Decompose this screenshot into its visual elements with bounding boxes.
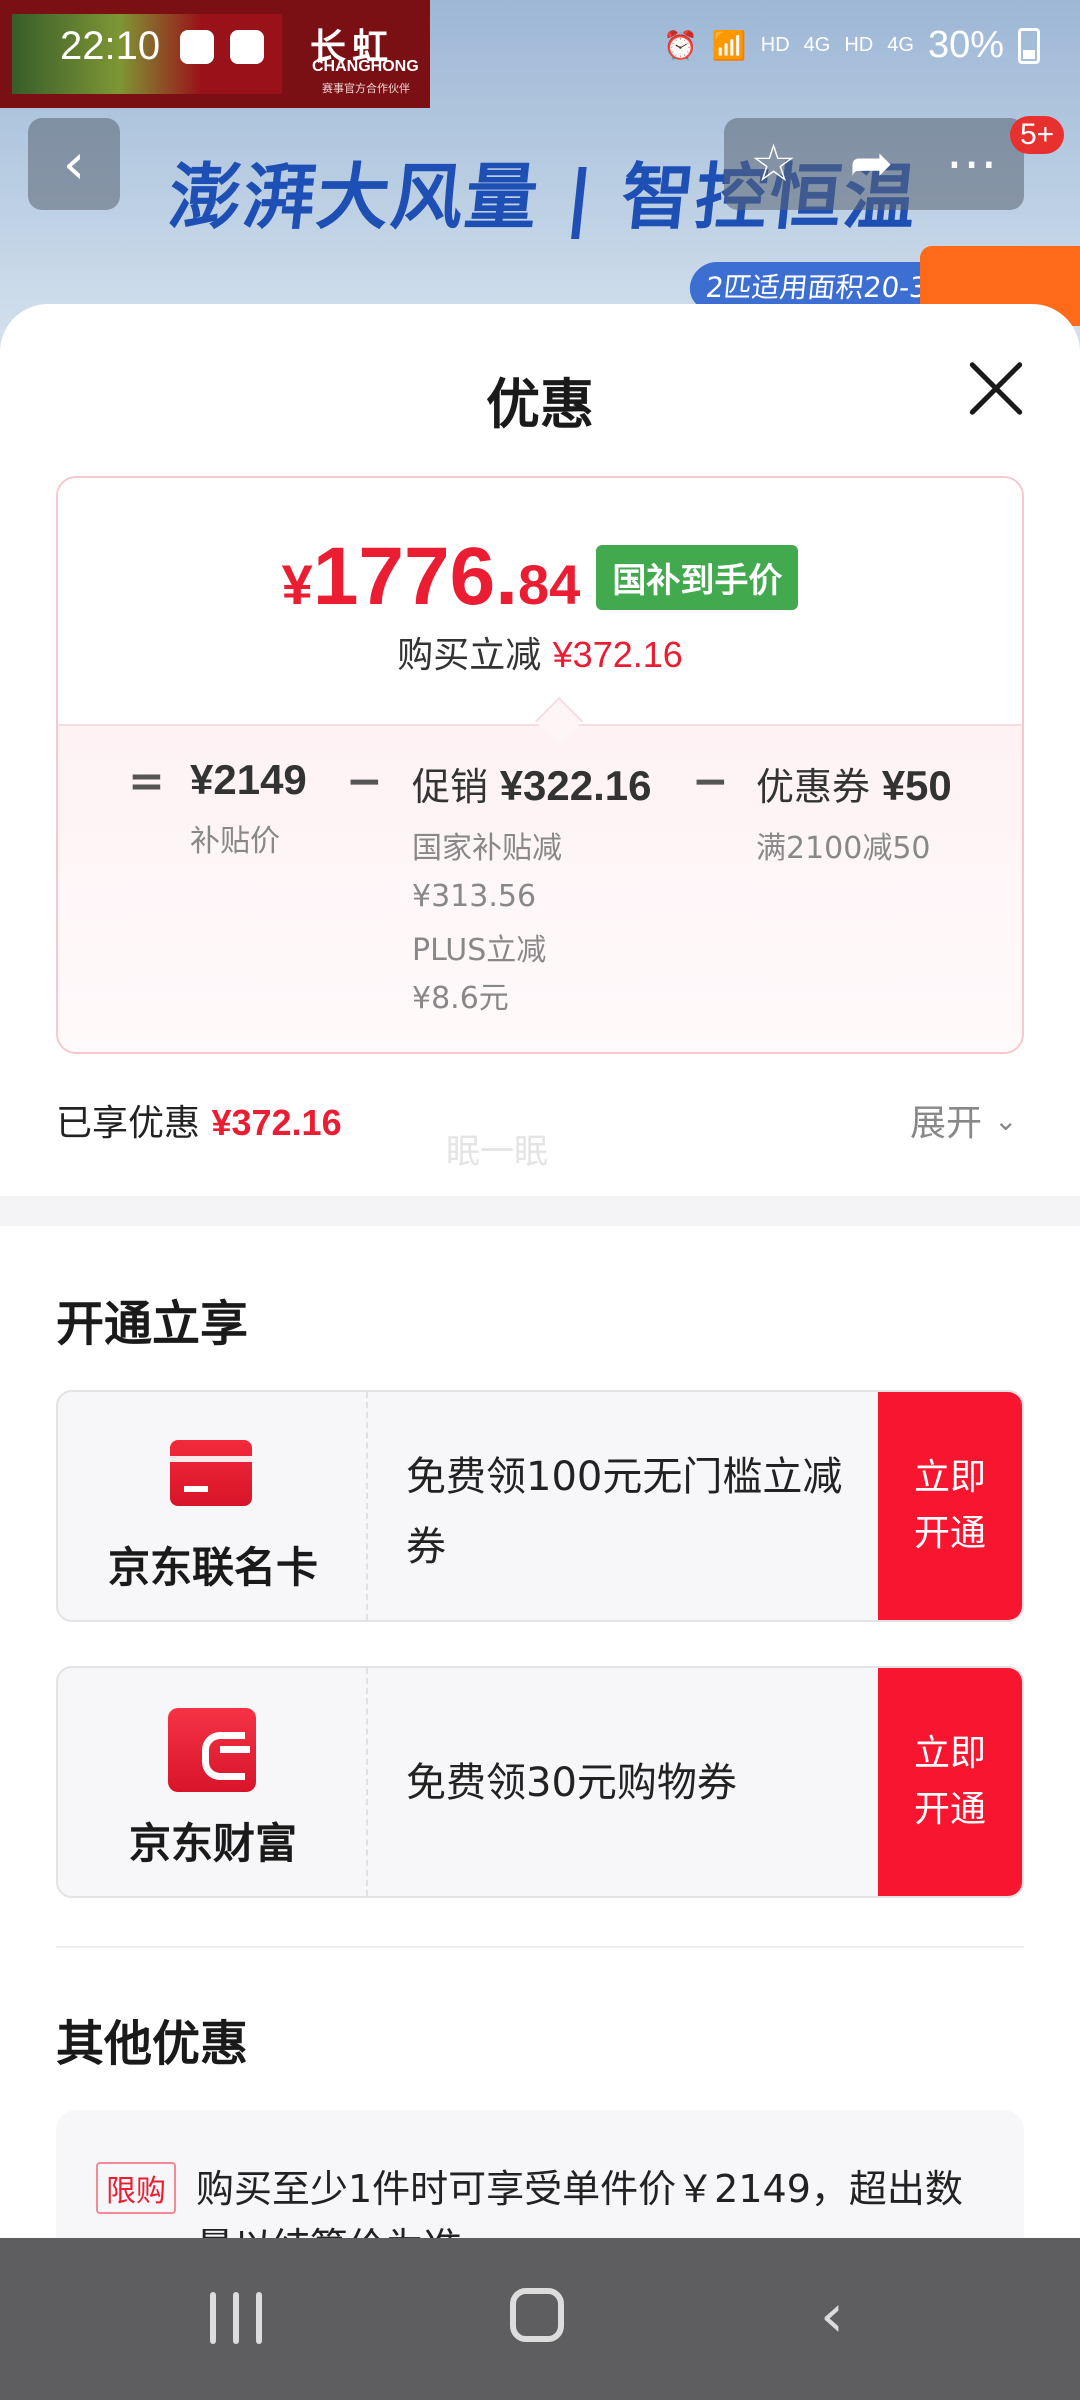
price-breakdown-card: ¥1776.84 国补到手价 购买立减 ¥372.16 = ¥2149 补贴价 … [56, 476, 1024, 1054]
more-icon[interactable]: ⋯ [946, 134, 998, 194]
promo-description: 免费领30元购物券 [406, 1760, 737, 1806]
enjoyed-discount: 已享优惠 ¥372.16 [56, 1094, 342, 1146]
status-indicators: ⏰ 📶 HD 4G HD 4G 30% [663, 24, 1040, 67]
app-notification-icon [180, 30, 214, 64]
expand-label: 展开 [910, 1103, 983, 1144]
promo-name: 京东联名卡 [107, 1543, 318, 1592]
open-now-label: 立即开通 [913, 1457, 986, 1554]
coupon-label: 优惠券 [756, 765, 871, 809]
status-time: 22:10 [60, 24, 161, 68]
alarm-icon: ⏰ [663, 30, 698, 61]
national-subsidy-value: ¥313.56 [412, 879, 537, 914]
promotion-value: ¥322.16 [499, 762, 652, 809]
expand-button[interactable]: 展开 ⌄ [910, 1094, 1017, 1146]
message-badge: 5+ [1010, 116, 1065, 154]
battery-icon [1018, 27, 1040, 64]
home-icon[interactable] [510, 2288, 564, 2342]
promo-card-left: 京东财富 [58, 1668, 368, 1896]
price-formula: = ¥2149 补贴价 − 促销 ¥322.16 国家补贴减 ¥313.56 P… [58, 724, 1022, 1052]
promo-card-jd-wealth[interactable]: 京东财富 免费领30元购物券 立即开通 [56, 1666, 1024, 1898]
open-section-title: 开通立享 [56, 1296, 249, 1352]
base-price-value: ¥2149 [190, 756, 307, 803]
price-integer: 1776. [312, 531, 519, 622]
national-subsidy-label: 国家补贴减 [412, 831, 562, 866]
promo-card-left: 京东联名卡 [58, 1392, 368, 1620]
top-action-group: ☆ ➦ ⋯ [724, 118, 1024, 210]
purchase-reduction: 购买立减 ¥372.16 [58, 626, 1022, 678]
minus-sign-2: − [692, 756, 729, 807]
open-now-label: 立即开通 [913, 1733, 986, 1830]
price-decimal: 84 [518, 553, 581, 616]
network-4g-2: 4G [887, 34, 914, 56]
enjoyed-value: ¥372.16 [211, 1102, 342, 1143]
coupon-value: ¥50 [881, 762, 952, 809]
open-now-button[interactable]: 立即开通 [878, 1392, 1022, 1620]
status-bar: 22:10 ⏰ 📶 HD 4G HD 4G 30% [0, 0, 1080, 100]
plus-reduction-label: PLUS立减 [412, 933, 547, 968]
network-hd-1: HD [760, 34, 790, 56]
promo-description: 免费领100元无门槛立减券 [406, 1454, 843, 1570]
watermark-text: 眠一眠 [446, 1132, 548, 1172]
promotion-label: 促销 [412, 765, 489, 809]
jd-wealth-icon [168, 1708, 256, 1792]
purchase-limit-tag: 限购 [96, 2162, 176, 2214]
discount-sheet: 优惠 ¥1776.84 国补到手价 购买立减 ¥372.16 = ¥2149 补… [0, 304, 1080, 2238]
final-price: ¥1776.84 [282, 530, 581, 624]
share-icon[interactable]: ➦ [850, 134, 894, 194]
base-price-col: ¥2149 补贴价 [190, 756, 307, 866]
chevron-left-icon: ‹ [62, 131, 86, 197]
back-button[interactable]: ‹ [28, 118, 120, 210]
reduce-value: ¥372.16 [552, 634, 683, 675]
section-divider [0, 1196, 1080, 1226]
section-separator [56, 1946, 1024, 1948]
reduce-label: 购买立减 [397, 635, 542, 676]
purchase-limit-box: 限购 购买至少1件时可享受单件价￥2149，超出数量以结算价为准 [56, 2110, 1024, 2238]
credit-card-icon [170, 1440, 252, 1506]
network-hd-2: HD [844, 34, 874, 56]
product-subline: 2匹适用面积20-3 [687, 262, 946, 310]
system-navigation-bar: ‹ [0, 2238, 1080, 2400]
network-4g-1: 4G [803, 34, 831, 56]
open-now-button[interactable]: 立即开通 [878, 1668, 1022, 1896]
qq-notification-icon [230, 30, 264, 64]
coupon-condition: 满2100减50 [756, 831, 931, 866]
back-nav-icon[interactable]: ‹ [820, 2286, 844, 2346]
favorite-star-icon[interactable]: ☆ [750, 134, 797, 194]
notification-icons [180, 30, 264, 64]
recent-apps-icon[interactable] [210, 2292, 262, 2344]
close-icon[interactable] [964, 358, 1026, 420]
minus-sign-1: − [346, 756, 383, 807]
battery-percent: 30% [927, 24, 1004, 66]
promotion-col: 促销 ¥322.16 国家补贴减 ¥313.56 PLUS立减 ¥8.6元 [412, 756, 652, 1023]
other-section-title: 其他优惠 [56, 2016, 249, 2072]
chevron-down-icon: ⌄ [994, 1103, 1018, 1137]
final-price-area: ¥1776.84 国补到手价 购买立减 ¥372.16 [58, 478, 1022, 728]
purchase-limit-text: 购买至少1件时可享受单件价￥2149，超出数量以结算价为准 [196, 2167, 963, 2238]
subsidy-price-tag: 国补到手价 [596, 545, 799, 610]
base-price-label: 补贴价 [190, 824, 280, 859]
promo-name: 京东财富 [128, 1819, 297, 1868]
equals-sign: = [128, 756, 165, 807]
coupon-col: 优惠券 ¥50 满2100减50 [756, 756, 952, 873]
wifi-icon: 📶 [711, 30, 747, 61]
price-currency: ¥ [281, 553, 313, 616]
enjoyed-label: 已享优惠 [56, 1103, 201, 1144]
promo-card-jd-card[interactable]: 京东联名卡 免费领100元无门槛立减券 立即开通 [56, 1390, 1024, 1622]
plus-reduction-value: ¥8.6元 [412, 981, 509, 1016]
sheet-title: 优惠 [486, 373, 594, 436]
